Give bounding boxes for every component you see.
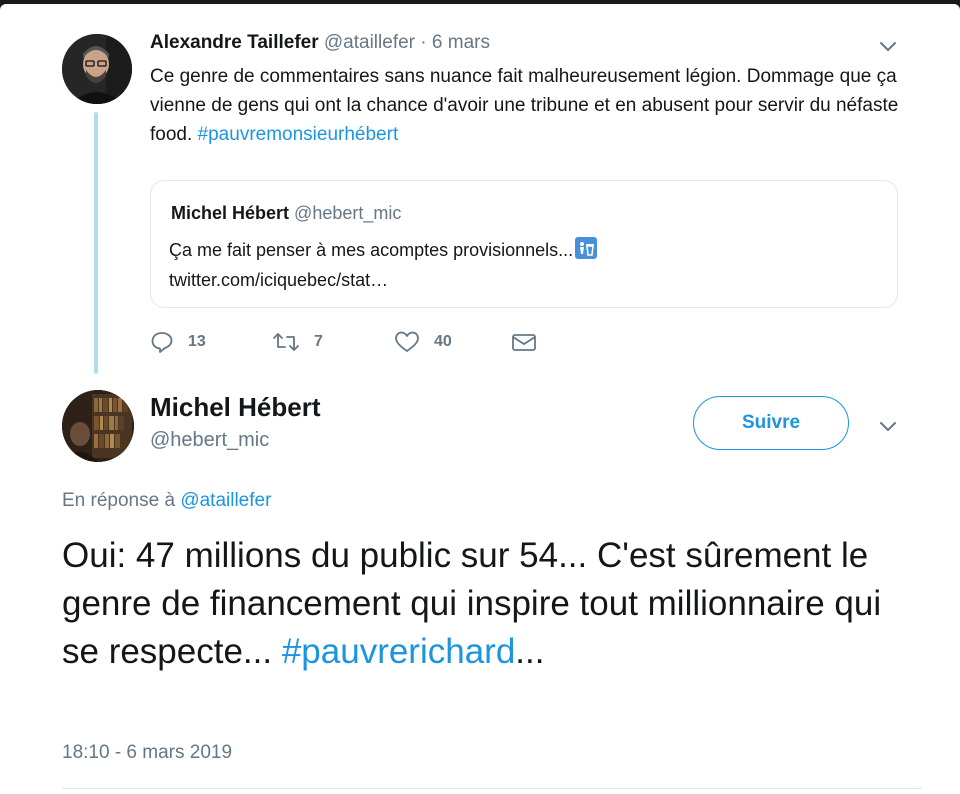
retweet-count: 7 (314, 333, 323, 350)
tweet-1-handle[interactable]: @ataillefer (324, 32, 415, 53)
chevron-down-icon[interactable] (876, 34, 900, 58)
follow-button[interactable]: Suivre (693, 396, 849, 450)
quoted-tweet[interactable]: Michel Hébert @hebert_mic Ça me fait pen… (150, 180, 898, 308)
like-count: 40 (434, 333, 452, 350)
tweet-1-hashtag[interactable]: #pauvremonsieurhébert (198, 124, 399, 145)
quoted-link[interactable]: twitter.com/iciquebec/stat… (169, 270, 388, 290)
reply-icon (151, 332, 173, 353)
quoted-handle: @hebert_mic (294, 203, 402, 223)
tweet-1-header: Alexandre Taillefer @ataillefer · 6 mars (150, 32, 490, 54)
tweet-1-text: Ce genre de commentaires sans nuance fai… (150, 62, 910, 149)
reply-mention-link[interactable]: @ataillefer (180, 490, 271, 511)
reply-count: 13 (188, 333, 206, 350)
avatar-michel-hebert[interactable] (62, 390, 134, 462)
quoted-tweet-text: Ça me fait penser à mes acomptes provisi… (169, 235, 598, 295)
tweet-2-handle[interactable]: @hebert_mic (150, 429, 269, 452)
tweet-2-author-name[interactable]: Michel Hébert (150, 392, 321, 423)
heart-icon (395, 331, 419, 352)
divider (62, 788, 922, 789)
tweet-2-hashtag[interactable]: #pauvrerichard (282, 632, 515, 671)
direct-message-button[interactable] (510, 330, 538, 354)
quoted-body: Ça me fait penser à mes acomptes provisi… (169, 240, 574, 260)
thread-connector-line (94, 112, 98, 374)
reply-button[interactable]: 13 (150, 330, 206, 354)
tweet-2-timestamp[interactable]: 18:10 - 6 mars 2019 (62, 742, 232, 764)
tweet-1-author-name[interactable]: Alexandre Taillefer (150, 32, 319, 53)
reply-context: En réponse à @ataillefer (62, 490, 271, 512)
quoted-tweet-header: Michel Hébert @hebert_mic (171, 203, 401, 224)
like-button[interactable]: 40 (394, 330, 452, 354)
chevron-down-icon[interactable] (876, 414, 900, 438)
reply-prefix: En réponse à (62, 490, 181, 511)
retweet-icon (273, 333, 299, 351)
tweet-2-text: Oui: 47 millions du public sur 54... C'e… (62, 532, 922, 676)
separator-dot: · (420, 32, 427, 53)
quoted-author-name: Michel Hébert (171, 203, 290, 223)
envelope-icon (512, 334, 536, 351)
tweet-thread-card: Alexandre Taillefer @ataillefer · 6 mars… (0, 4, 960, 794)
trash-emoji-icon (575, 237, 598, 259)
retweet-button[interactable]: 7 (272, 330, 323, 354)
avatar-alexandre-taillefer[interactable] (62, 34, 132, 104)
tweet-2-suffix: ... (515, 632, 545, 671)
tweet-1-date[interactable]: 6 mars (432, 32, 490, 53)
